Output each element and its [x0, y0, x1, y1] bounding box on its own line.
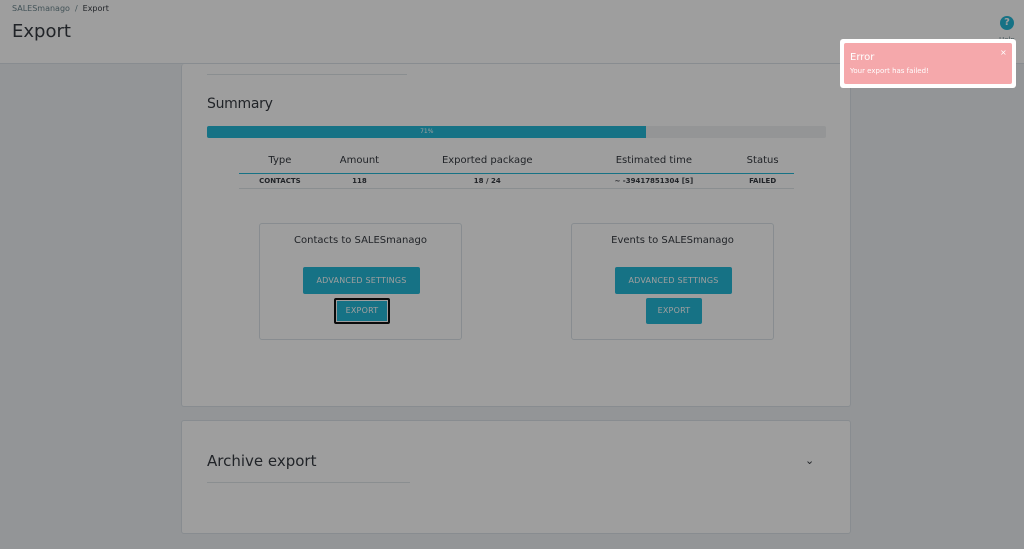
error-toast-body: Error Your export has failed! × — [844, 43, 1012, 84]
close-icon[interactable]: × — [1000, 48, 1007, 57]
error-toast: Error Your export has failed! × — [840, 39, 1016, 88]
error-toast-title: Error — [850, 52, 875, 63]
error-toast-message: Your export has failed! — [850, 67, 929, 75]
